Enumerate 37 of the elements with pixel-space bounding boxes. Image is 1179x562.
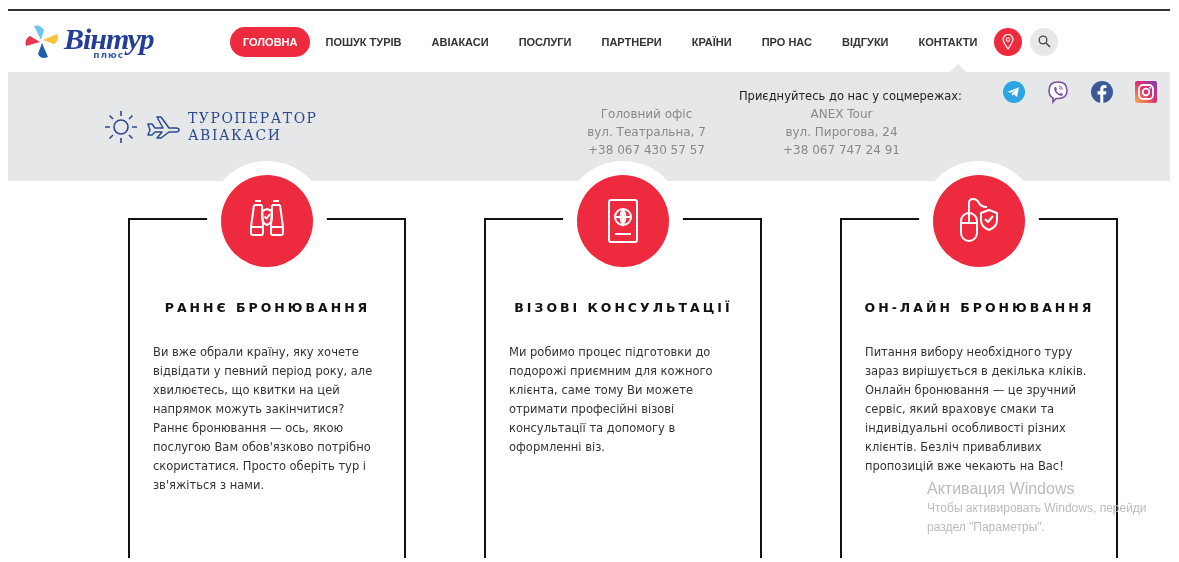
nav-link[interactable]: ГОЛОВНА xyxy=(230,26,311,57)
search-button[interactable] xyxy=(1030,27,1059,56)
nav-link[interactable]: АВІАКАСИ xyxy=(416,26,504,57)
activation-title: Активация Windows xyxy=(927,479,1076,499)
card-description: Ви вже обрали країну, яку хочете відвідати у певний період року, але хвилюєтесь, що квитки на цей напрямок можуть закінчитися? Раннє бронювання — ось, якою послугою Вам обов'язково потрібно скористатися. Просто оберіть тур і зв'яжіться з нами. xyxy=(153,344,374,494)
nav-link[interactable]: ПОСЛУГИ xyxy=(503,26,587,57)
office-line: вул. Пирогова, 24 xyxy=(785,124,898,141)
card-title: РАННЄ БРОНЮВАННЯ xyxy=(163,300,372,315)
logo[interactable]: Вінтур плюс xyxy=(64,23,154,60)
facebook-icon[interactable] xyxy=(1090,80,1114,104)
card-title: ВІЗОВІ КОНСУЛЬТАЦІЇ xyxy=(513,300,734,315)
office-line: +38 067 430 57 57 xyxy=(588,142,705,159)
search-icon xyxy=(1037,35,1051,48)
office-line: Головний офіс xyxy=(600,106,693,123)
nav-link[interactable]: ПОШУК ТУРІВ xyxy=(310,26,417,57)
pinwheel-icon xyxy=(24,23,60,60)
brand-title: ТУРОПЕРАТОР АВІАКАСИ xyxy=(188,109,318,144)
office-line: ANEX Tour xyxy=(810,106,873,123)
nav-link[interactable]: КРАЇНИ xyxy=(676,26,747,57)
nav-link[interactable]: ПАРТНЕРИ xyxy=(586,26,677,57)
card-description: Питання вибору необхідного туру зараз вирішується в декілька кліків. Онлайн бронювання — це зручний сервіс, який враховує смаки та індивідуальні особливості різних клієнтів. Безліч привабливих пропозицій вже чекають на Вас! xyxy=(865,344,1088,475)
sun-icon xyxy=(104,109,138,144)
paper-plane-icon[interactable] xyxy=(1002,80,1026,104)
map-pin-icon xyxy=(1002,33,1015,50)
location-button[interactable] xyxy=(994,27,1023,56)
airplane-icon xyxy=(146,114,180,139)
nav-link[interactable]: ВІДГУКИ xyxy=(827,26,904,57)
nav-link[interactable]: ПРО НАС xyxy=(746,26,827,57)
card-title: ОН-ЛАЙН БРОНЮВАННЯ xyxy=(863,300,1096,315)
activation-text: раздел "Параметры". xyxy=(927,519,1046,536)
office-line: +38 067 747 24 91 xyxy=(783,142,900,159)
nav-link[interactable]: КОНТАКТИ xyxy=(903,26,993,57)
card-description: Ми робимо процес підготовки до подорожі приємним для кожного клієнта, саме тому Ви можете отримати професійні візові консультації та допомогу в оформленні віз. xyxy=(509,344,714,456)
phone-bubble-icon[interactable] xyxy=(1046,80,1070,104)
social-title: Приєднуйтесь до нас у соцмережах: xyxy=(738,89,962,103)
office-line: вул. Театральна, 7 xyxy=(587,124,706,141)
instagram-icon[interactable] xyxy=(1134,80,1158,104)
